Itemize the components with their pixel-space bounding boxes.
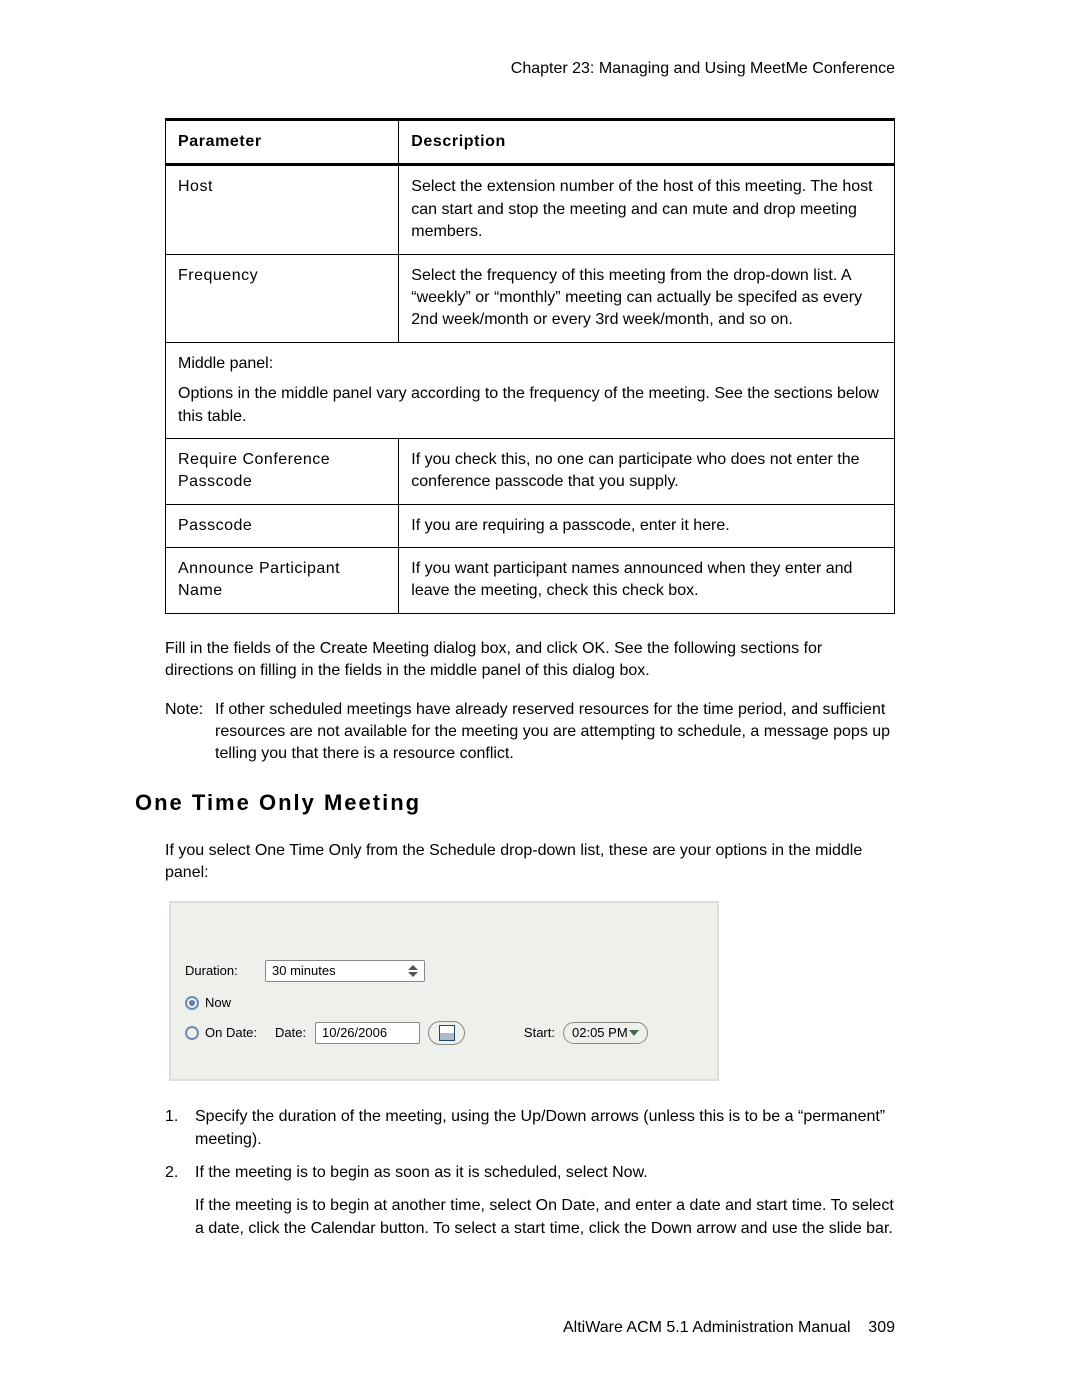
list-item: 2. If the meeting is to begin as soon as… xyxy=(165,1161,895,1184)
list-text: If the meeting is to begin as soon as it… xyxy=(195,1161,895,1184)
calendar-button[interactable] xyxy=(428,1021,465,1045)
list-item: 1. Specify the duration of the meeting, … xyxy=(165,1105,895,1151)
list-number: 2. xyxy=(165,1161,195,1184)
list-number: 1. xyxy=(165,1105,195,1151)
param-cell: Announce Participant Name xyxy=(166,548,399,614)
stepper-arrows-icon[interactable] xyxy=(408,965,418,977)
table-row: Passcode If you are requiring a passcode… xyxy=(166,504,895,547)
duration-stepper[interactable]: 30 minutes xyxy=(265,960,425,982)
param-cell: Frequency xyxy=(166,254,399,342)
calendar-icon xyxy=(439,1025,455,1041)
numbered-list: 1. Specify the duration of the meeting, … xyxy=(165,1105,895,1241)
note-block: Note: If other scheduled meetings have a… xyxy=(165,699,895,766)
one-time-panel-screenshot: Duration: 30 minutes Now On Date: Date: xyxy=(169,901,719,1081)
desc-cell: Select the extension number of the host … xyxy=(399,165,895,254)
duration-value: 30 minutes xyxy=(272,963,336,978)
date-field[interactable]: 10/26/2006 xyxy=(315,1022,420,1044)
radio-on-date-label: On Date: xyxy=(205,1025,275,1040)
table-row: Announce Participant Name If you want pa… xyxy=(166,548,895,614)
desc-cell: Select the frequency of this meeting fro… xyxy=(399,254,895,342)
th-parameter: Parameter xyxy=(166,120,399,165)
radio-now[interactable] xyxy=(185,996,199,1010)
chevron-down-icon xyxy=(629,1030,639,1036)
date-label: Date: xyxy=(275,1025,315,1040)
page-footer: AltiWare ACM 5.1 Administration Manual 3… xyxy=(563,1319,895,1337)
start-time-dropdown[interactable]: 02:05 PM xyxy=(563,1022,648,1044)
param-cell: Require Conference Passcode xyxy=(166,438,399,504)
param-cell: Host xyxy=(166,165,399,254)
desc-cell: If you check this, no one can participat… xyxy=(399,438,895,504)
footer-title: AltiWare ACM 5.1 Administration Manual xyxy=(563,1319,851,1336)
subheading-paragraph: If you select One Time Only from the Sch… xyxy=(165,840,895,885)
radio-on-date[interactable] xyxy=(185,1026,199,1040)
table-row: Require Conference Passcode If you check… xyxy=(166,438,895,504)
th-description: Description xyxy=(399,120,895,165)
list-text: Specify the duration of the meeting, usi… xyxy=(195,1105,895,1151)
note-body: If other scheduled meetings have already… xyxy=(215,699,895,766)
table-row: Host Select the extension number of the … xyxy=(166,165,895,254)
chapter-header: Chapter 23: Managing and Using MeetMe Co… xyxy=(165,60,895,78)
body-paragraph: Fill in the fields of the Create Meeting… xyxy=(165,638,895,683)
duration-label: Duration: xyxy=(185,963,265,978)
param-cell: Passcode xyxy=(166,504,399,547)
radio-now-label: Now xyxy=(205,995,231,1010)
note-label: Note: xyxy=(165,699,215,766)
list-continuation: If the meeting is to begin at another ti… xyxy=(195,1194,895,1240)
start-label: Start: xyxy=(515,1025,555,1040)
date-value: 10/26/2006 xyxy=(322,1025,387,1040)
middle-panel-body: Options in the middle panel vary accordi… xyxy=(178,383,882,428)
table-row: Frequency Select the frequency of this m… xyxy=(166,254,895,342)
subheading-one-time: One Time Only Meeting xyxy=(135,790,895,816)
middle-panel-title: Middle panel: xyxy=(178,353,882,375)
parameter-table: Parameter Description Host Select the ex… xyxy=(165,118,895,614)
start-time-value: 02:05 PM xyxy=(572,1025,628,1040)
desc-cell: If you are requiring a passcode, enter i… xyxy=(399,504,895,547)
footer-page-number: 309 xyxy=(868,1319,895,1336)
table-row-middle-note: Middle panel: Options in the middle pane… xyxy=(166,342,895,438)
desc-cell: If you want participant names announced … xyxy=(399,548,895,614)
